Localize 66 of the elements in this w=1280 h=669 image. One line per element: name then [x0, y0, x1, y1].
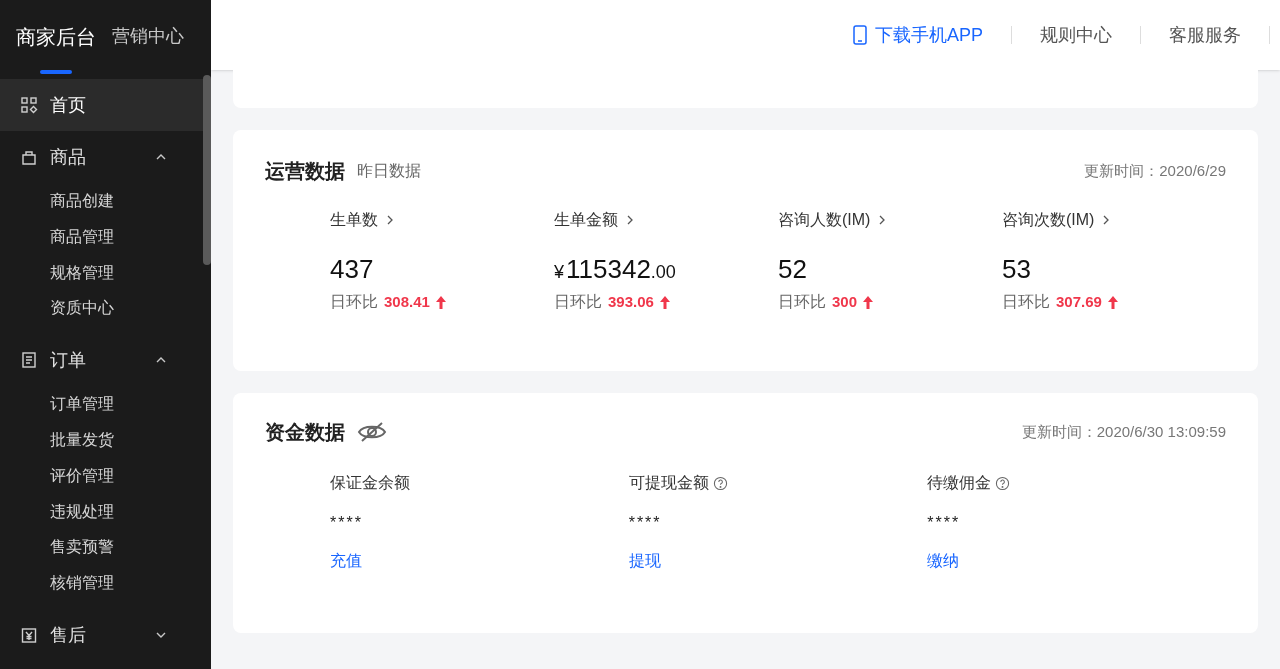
metric-value: 52 [778, 253, 808, 284]
ratio-value: 308.41 [384, 291, 430, 312]
phone-icon [852, 25, 867, 45]
arrow-up-icon [1107, 295, 1118, 309]
chevron-right-icon [1102, 214, 1111, 226]
arrow-up-icon [435, 295, 446, 309]
card-title: 资金数据 [265, 420, 345, 445]
metric-value: ¥115342.00 [554, 253, 677, 284]
ratio-value: 300 [832, 291, 858, 312]
header-tab[interactable]: 营销中心 [112, 23, 184, 50]
submenu-item[interactable]: 资质中心 [0, 290, 203, 327]
top-link[interactable]: 下载手机APP [824, 21, 1011, 49]
submenu-item[interactable]: 售卖预警 [0, 529, 203, 566]
header-tab[interactable]: 商家后台 [16, 22, 96, 52]
fund-value: **** [330, 513, 364, 533]
card-title: 运营数据 [265, 159, 345, 184]
submenu-item[interactable]: 商品管理 [0, 218, 203, 255]
help-icon[interactable] [995, 475, 1011, 491]
chevron-right-icon [386, 214, 394, 226]
ratio-value: 393.06 [608, 291, 654, 312]
metric-link[interactable]: 生单数 [330, 208, 554, 232]
fund-action-link[interactable]: 缴纳 [927, 549, 960, 573]
ratio-label: 日环比 [330, 292, 378, 312]
metric-value: 437 [330, 253, 375, 284]
top-link[interactable]: 客服服务 [1141, 21, 1269, 49]
fund-value: **** [927, 513, 962, 533]
update-time: 更新时间：2020/6/29 [1084, 160, 1226, 181]
chevron-right-icon [878, 214, 887, 226]
top-link[interactable]: 规则中心 [1012, 21, 1140, 49]
menu-item[interactable]: 首页 [0, 79, 203, 132]
arrow-up-icon [863, 295, 874, 309]
submenu-item[interactable]: 违规处理 [0, 493, 203, 530]
menu-item[interactable]: 售后 [0, 609, 203, 661]
metric-link[interactable]: 咨询次数(IM) [1002, 208, 1226, 232]
fund-action-link[interactable]: 充值 [330, 549, 362, 573]
card-subtitle: 昨日数据 [357, 161, 421, 181]
fund-label: 保证金余额 [330, 473, 410, 493]
submenu-item[interactable]: 商品创建 [0, 183, 203, 219]
fund-label: 可提现金额 [628, 473, 709, 493]
submenu-item[interactable]: 订单管理 [0, 386, 203, 422]
help-icon[interactable] [712, 475, 728, 491]
fund-value: **** [628, 513, 663, 533]
chevron-right-icon [626, 214, 634, 226]
ratio-label: 日环比 [554, 292, 602, 312]
submenu-item[interactable]: 核销管理 [0, 565, 203, 601]
arrow-up-icon [659, 295, 670, 309]
metric-link[interactable]: 咨询人数(IM) [778, 208, 1002, 232]
scrollbar[interactable] [203, 75, 211, 265]
fund-label: 待缴佣金 [927, 473, 992, 493]
document-icon [20, 351, 38, 370]
grid-icon [20, 96, 38, 115]
ratio-label: 日环比 [778, 292, 826, 312]
ratio-label: 日环比 [1002, 292, 1050, 312]
yen-icon [20, 626, 38, 644]
submenu-item[interactable]: 评价管理 [0, 457, 203, 494]
metric-link[interactable]: 生单金额 [554, 208, 778, 232]
eye-slash-icon[interactable] [357, 421, 387, 443]
submenu-item[interactable]: 规格管理 [0, 254, 203, 291]
ratio-value: 307.69 [1056, 291, 1102, 312]
menu-item[interactable]: 商品 [0, 131, 203, 184]
submenu-item[interactable]: 批量发货 [0, 422, 203, 458]
menu-item[interactable]: 订单 [0, 334, 203, 387]
bag-icon [20, 148, 38, 167]
metric-value: 53 [1002, 253, 1032, 284]
update-time: 更新时间：2020/6/30 13:09:59 [1021, 421, 1226, 442]
fund-action-link[interactable]: 提现 [628, 549, 661, 573]
